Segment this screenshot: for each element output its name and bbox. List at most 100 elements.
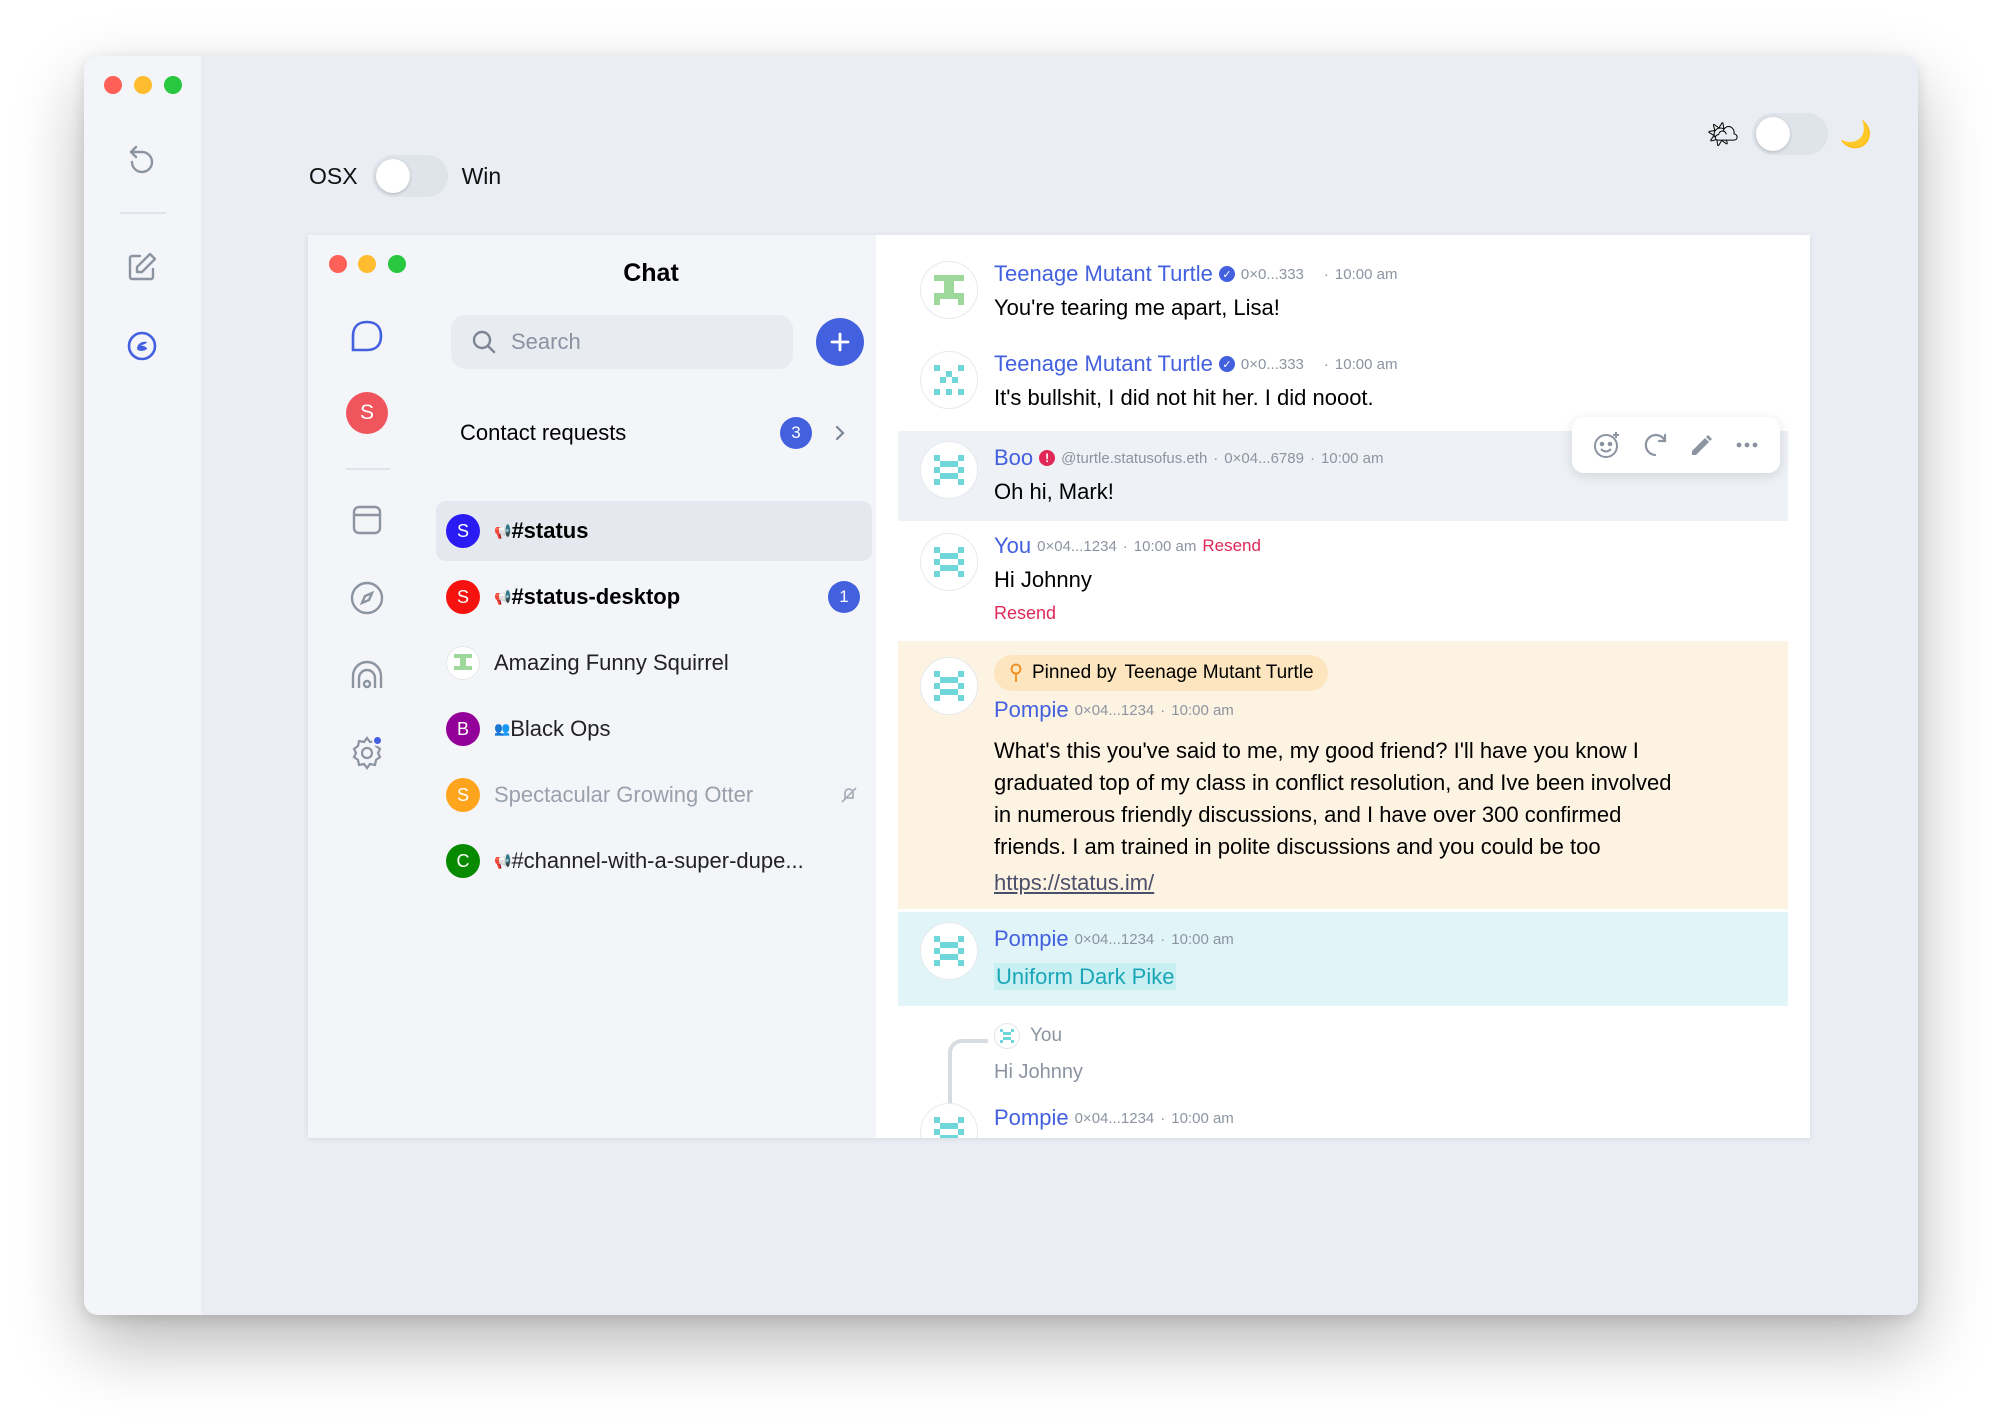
channel-name: Amazing Funny Squirrel [494, 650, 729, 675]
avatar[interactable]: S [345, 391, 389, 435]
contact-requests-badge: 3 [780, 417, 812, 449]
search-icon [472, 330, 496, 354]
reply-sender: You [1030, 1025, 1063, 1046]
theme-toggle[interactable] [1751, 113, 1828, 155]
separator: · [1160, 701, 1166, 719]
status-logo-icon[interactable] [122, 326, 162, 366]
channel-avatar: B [446, 712, 480, 746]
pinned-message[interactable]: Pinned by Teenage Mutant Turtle Pompie 0… [898, 641, 1788, 909]
megaphone-icon: 📢 [494, 852, 512, 869]
notification-dot [372, 735, 383, 746]
message-text: Uniform Dark Pike [994, 963, 1177, 990]
message[interactable]: Teenage Mutant Turtle ✓ 0×0...333 · 10:0… [898, 341, 1788, 427]
platform-toggle-row: OSX Win [309, 154, 501, 198]
message-header: Pompie 0×04...1234 · 10:00 am [994, 926, 1234, 952]
channel-item[interactable]: B 👥 Black Ops [436, 699, 872, 759]
nav-divider [346, 468, 390, 470]
resend-link[interactable]: Resend [1202, 536, 1261, 556]
edit-icon[interactable] [122, 247, 162, 287]
maximize-window-button[interactable] [164, 76, 182, 94]
message-header: You 0×04...1234 · 10:00 am Resend [994, 533, 1261, 559]
wallet-icon[interactable] [345, 498, 389, 542]
channel-name: Black Ops [510, 716, 611, 741]
sun-icon: 🌤 [1706, 118, 1740, 149]
mention-tag[interactable]: Uniform Dark Pike [994, 963, 1177, 990]
sender-address: 0×0...333 [1240, 355, 1304, 373]
reply-text: Hi Johnny [994, 1061, 1083, 1083]
pin-icon [1010, 663, 1022, 682]
sender-address: 0×0...333 [1240, 265, 1304, 283]
sender-name[interactable]: Pompie [994, 697, 1069, 723]
message-text: It's bullshit, I did not hit her. I did … [994, 385, 1374, 410]
sender-address: 0×04...1234 [1074, 930, 1155, 948]
reply-message[interactable]: You Hi Johnny Pompie 0×04...1234 · 10:00… [898, 1013, 1788, 1138]
separator: · [1160, 930, 1166, 948]
pinned-label: Pinned by [1032, 662, 1117, 683]
plus-icon [830, 332, 850, 352]
separator: · [1309, 449, 1315, 467]
chevron-right-icon [835, 425, 845, 441]
verified-icon: ✓ [1218, 266, 1235, 282]
minimize-window-button[interactable] [134, 76, 152, 94]
sender-name[interactable]: Pompie [994, 926, 1069, 952]
message-line: graduated top of my class in conflict re… [994, 770, 1672, 795]
identicon-avatar [920, 657, 978, 715]
sender-name[interactable]: Boo [994, 445, 1033, 471]
identicon-avatar [446, 646, 480, 680]
chat-bubble-icon[interactable] [345, 314, 389, 358]
browser-icon[interactable] [345, 576, 389, 620]
sender-name[interactable]: Teenage Mutant Turtle [994, 351, 1213, 377]
search-input[interactable] [511, 329, 751, 355]
channel-name: #status [511, 518, 589, 543]
pinned-by-name: Teenage Mutant Turtle [1124, 662, 1314, 683]
message-actions-toolbar [1572, 417, 1780, 473]
resend-button[interactable]: Resend [994, 603, 1056, 624]
reply-icon[interactable] [1641, 431, 1669, 459]
message-line: What's this you've said to me, my good f… [994, 738, 1639, 763]
megaphone-icon: 📢 [494, 588, 512, 605]
platform-toggle[interactable] [371, 155, 448, 197]
message-header: Teenage Mutant Turtle ✓ 0×0...333 · 10:0… [994, 261, 1397, 287]
channel-item[interactable]: Amazing Funny Squirrel [436, 633, 872, 693]
close-window-button[interactable] [329, 255, 347, 273]
channel-item[interactable]: C 📢 #channel-with-a-super-dupe... [436, 831, 872, 891]
minimize-window-button[interactable] [358, 255, 376, 273]
message-time: 10:00 am [1171, 930, 1234, 948]
outer-sidebar [84, 56, 201, 1315]
separator: · [1122, 537, 1128, 555]
message-time: 10:00 am [1334, 265, 1398, 283]
reply-avatar [994, 1023, 1020, 1049]
mention-message[interactable]: Pompie 0×04...1234 · 10:00 am Uniform Da… [898, 912, 1788, 1006]
more-icon[interactable] [1733, 431, 1761, 459]
close-window-button[interactable] [104, 76, 122, 94]
message-header: Boo ! @turtle.statusofus.eth · 0×04...67… [994, 445, 1384, 471]
channel-sidebar: Chat Contact requests 3 S 📢 #status [426, 235, 876, 1138]
message-time: 10:00 am [1171, 701, 1234, 719]
node-icon[interactable] [345, 654, 389, 698]
settings-icon[interactable] [345, 731, 389, 775]
sender-name[interactable]: You [994, 533, 1031, 559]
message-link[interactable]: https://status.im/ [994, 870, 1154, 895]
channel-item[interactable]: S 📢 #status-desktop 1 [436, 567, 872, 627]
add-reaction-icon[interactable] [1592, 430, 1622, 460]
app-nav-rail: S [308, 235, 426, 1138]
message-time: 10:00 am [1320, 449, 1384, 467]
maximize-window-button[interactable] [388, 255, 406, 273]
message[interactable]: You 0×04...1234 · 10:00 am Resend Hi Joh… [898, 523, 1788, 635]
search-box[interactable] [451, 315, 793, 369]
channel-name: #channel-with-a-super-dupe... [511, 848, 804, 873]
channel-item[interactable]: S Spectacular Growing Otter [436, 765, 872, 825]
avatar-initial: S [346, 392, 388, 434]
reply-preview[interactable]: You Hi Johnny [994, 1023, 1083, 1084]
message[interactable]: Teenage Mutant Turtle ✓ 0×0...333 · 10:0… [898, 251, 1788, 337]
message-text: Oh hi, Mark! [994, 479, 1114, 504]
sender-name[interactable]: Pompie [994, 1105, 1069, 1131]
edit-icon[interactable] [1688, 432, 1714, 458]
new-chat-button[interactable] [816, 318, 864, 366]
contact-requests-row[interactable]: Contact requests 3 [460, 415, 850, 451]
channel-item[interactable]: S 📢 #status [436, 501, 872, 561]
sender-address: 0×04...1234 [1074, 701, 1155, 719]
sender-name[interactable]: Teenage Mutant Turtle [994, 261, 1213, 287]
message-list: Teenage Mutant Turtle ✓ 0×0...333 · 10:0… [876, 235, 1810, 1138]
undo-icon[interactable] [122, 140, 162, 180]
